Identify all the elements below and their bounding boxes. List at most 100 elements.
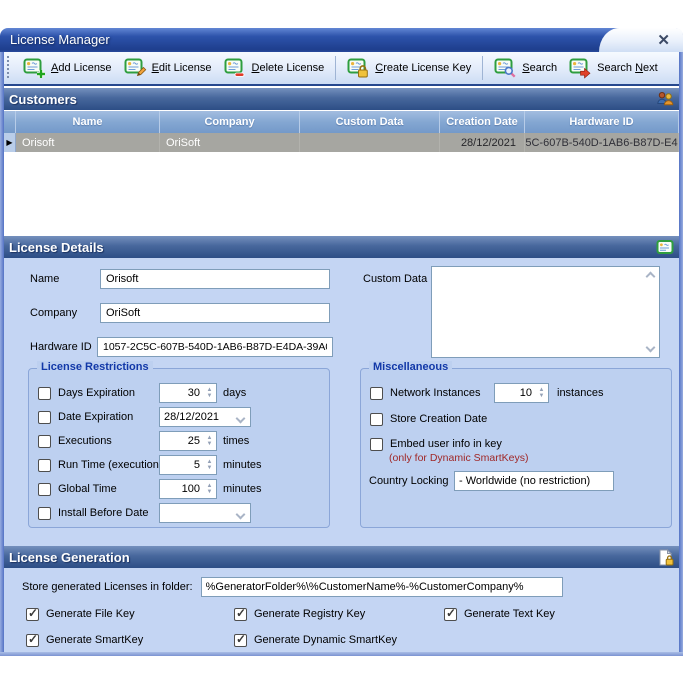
table-row[interactable]: ▶ Orisoft OriSoft 28/12/2021 5C-607B-540… <box>4 133 679 152</box>
generate-file-key-option[interactable]: Generate File Key <box>26 606 135 622</box>
global-time-row: Global Time <box>38 479 117 499</box>
store-creation-date-label: Store Creation Date <box>390 413 487 425</box>
store-creation-date-row: Store Creation Date <box>370 409 487 429</box>
install-before-date-row: Install Before Date <box>38 503 149 523</box>
window-border-bottom <box>0 652 683 656</box>
embed-user-info-checkbox[interactable] <box>370 438 383 451</box>
customers-table: Name Company Custom Data Creation Date H… <box>4 111 679 236</box>
generate-file-key-checkbox[interactable] <box>26 608 39 621</box>
country-locking-value: - Worldwide (no restriction) <box>459 475 590 487</box>
global-time-label: Global Time <box>58 483 117 495</box>
chevron-down-icon <box>236 510 246 520</box>
customers-section-title: Customers <box>9 92 77 107</box>
toolbar-button-label: Create License Key <box>375 62 471 74</box>
cell-creation-date[interactable]: 28/12/2021 <box>440 133 525 152</box>
close-button[interactable]: ✕ <box>599 28 683 52</box>
toolbar-grip[interactable] <box>7 56 9 80</box>
generate-registry-key-checkbox[interactable] <box>234 608 247 621</box>
column-header-marker <box>4 111 16 133</box>
spinner-arrows-icon[interactable]: ▲▼ <box>203 436 216 447</box>
install-before-date-dropdown[interactable] <box>159 503 251 523</box>
window-title: License Manager <box>10 32 110 47</box>
generate-registry-key-label: Generate Registry Key <box>254 608 365 620</box>
edit-license-button[interactable]: Edit License <box>118 54 218 82</box>
days-expiration-value: 30 <box>160 387 203 399</box>
date-expiration-label: Date Expiration <box>58 411 133 423</box>
column-header-custom-data[interactable]: Custom Data <box>300 111 440 133</box>
days-expiration-label: Days Expiration <box>58 387 135 399</box>
run-time-stepper[interactable]: 5 ▲▼ <box>159 455 217 475</box>
add-license-button[interactable]: Add License <box>17 54 118 82</box>
generate-smartkey-checkbox[interactable] <box>26 634 39 647</box>
embed-user-info-row: Embed user info in key <box>370 434 502 454</box>
hardware-id-label: Hardware ID <box>30 341 92 353</box>
network-instances-stepper[interactable]: 10 ▲▼ <box>494 383 549 403</box>
run-time-checkbox[interactable] <box>38 459 51 472</box>
network-instances-row: Network Instances <box>370 383 480 403</box>
network-instances-unit-label: instances <box>557 383 603 403</box>
delete-license-button[interactable]: Delete License <box>218 54 331 82</box>
spinner-arrows-icon[interactable]: ▲▼ <box>535 388 548 399</box>
column-header-creation-date[interactable]: Creation Date <box>440 111 525 133</box>
create-license-key-button[interactable]: Create License Key <box>341 54 477 82</box>
toolbar: Add License Edit License Delete License <box>0 52 683 86</box>
executions-checkbox[interactable] <box>38 435 51 448</box>
license-generation-section-header: License Generation <box>0 546 683 568</box>
cell-hardware-id[interactable]: 5C-607B-540D-1AB6-B87D-E4 <box>525 133 679 152</box>
license-restrictions-title: License Restrictions <box>37 361 153 373</box>
days-expiration-checkbox[interactable] <box>38 387 51 400</box>
toolbar-separator <box>482 56 483 80</box>
search-next-button[interactable]: Search Next <box>563 54 664 82</box>
cell-company[interactable]: OriSoft <box>160 133 300 152</box>
add-license-icon <box>23 57 47 79</box>
executions-unit-label: times <box>223 431 249 451</box>
store-folder-input[interactable] <box>201 577 563 597</box>
network-instances-value: 10 <box>495 387 535 399</box>
store-creation-date-checkbox[interactable] <box>370 413 383 426</box>
custom-data-label: Custom Data <box>363 273 427 285</box>
license-generation-panel: Store generated Licenses in folder: Gene… <box>0 568 683 652</box>
custom-data-field[interactable] <box>431 266 660 358</box>
network-instances-checkbox[interactable] <box>370 387 383 400</box>
generate-dynamic-smartkey-label: Generate Dynamic SmartKey <box>254 634 397 646</box>
days-unit-label: days <box>223 383 246 403</box>
toolbar-button-label: Edit License <box>152 62 212 74</box>
generate-text-key-option[interactable]: Generate Text Key <box>444 606 555 622</box>
days-expiration-stepper[interactable]: 30 ▲▼ <box>159 383 217 403</box>
custom-data-textarea[interactable] <box>432 267 659 357</box>
install-before-date-checkbox[interactable] <box>38 507 51 520</box>
column-header-hardware-id[interactable]: Hardware ID <box>525 111 679 133</box>
install-before-date-label: Install Before Date <box>58 507 149 519</box>
generate-smartkey-option[interactable]: Generate SmartKey <box>26 632 143 648</box>
generate-text-key-checkbox[interactable] <box>444 608 457 621</box>
spinner-arrows-icon[interactable]: ▲▼ <box>203 388 216 399</box>
spinner-arrows-icon[interactable]: ▲▼ <box>203 484 216 495</box>
date-expiration-checkbox[interactable] <box>38 411 51 424</box>
search-button[interactable]: Search <box>488 54 563 82</box>
executions-stepper[interactable]: 25 ▲▼ <box>159 431 217 451</box>
company-field[interactable] <box>100 303 330 323</box>
executions-label: Executions <box>58 435 112 447</box>
toolbar-button-label: Search <box>522 62 557 74</box>
name-field[interactable] <box>100 269 330 289</box>
generate-dynamic-smartkey-checkbox[interactable] <box>234 634 247 647</box>
cell-name[interactable]: Orisoft <box>16 133 160 152</box>
close-icon: ✕ <box>657 33 670 48</box>
generate-dynamic-smartkey-option[interactable]: Generate Dynamic SmartKey <box>234 632 397 648</box>
country-locking-dropdown[interactable]: - Worldwide (no restriction) <box>454 471 614 491</box>
column-header-name[interactable]: Name <box>16 111 160 133</box>
cell-custom-data[interactable] <box>300 133 440 152</box>
generate-registry-key-option[interactable]: Generate Registry Key <box>234 606 365 622</box>
toolbar-button-label: Search Next <box>597 62 658 74</box>
title-bar[interactable]: License Manager ✕ <box>0 28 683 52</box>
spinner-arrows-icon[interactable]: ▲▼ <box>203 460 216 471</box>
global-time-checkbox[interactable] <box>38 483 51 496</box>
column-header-company[interactable]: Company <box>160 111 300 133</box>
hardware-id-field[interactable] <box>97 337 333 357</box>
global-time-stepper[interactable]: 100 ▲▼ <box>159 479 217 499</box>
date-expiration-dropdown[interactable]: 28/12/2021 <box>159 407 251 427</box>
customers-table-header: Name Company Custom Data Creation Date H… <box>4 111 679 133</box>
network-instances-label: Network Instances <box>390 387 480 399</box>
license-details-section-header: License Details <box>0 236 683 258</box>
window-border-left <box>0 52 4 652</box>
